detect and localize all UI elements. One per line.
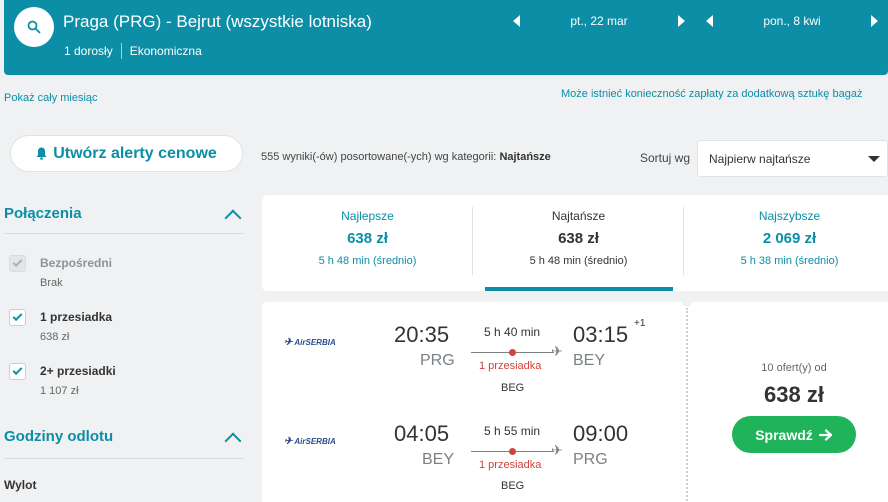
show-whole-month-link[interactable]: Pokaż cały miesiąc (4, 92, 98, 104)
stop-dot (509, 448, 516, 455)
next-depart-date-arrow-icon[interactable] (678, 15, 685, 27)
tab-duration: 5 h 48 min (średnio) (529, 255, 628, 267)
divider (4, 233, 244, 234)
result-price: 638 zł (764, 382, 824, 407)
tab-label: Najtańsze (551, 209, 606, 223)
check-button-label: Sprawdź (755, 426, 813, 443)
next-return-date-arrow-icon[interactable] (871, 15, 878, 27)
results-summary: 555 wyniki(-ów) posortowane(-ych) wg kat… (261, 151, 551, 163)
prev-depart-date-arrow-icon[interactable] (513, 15, 520, 27)
inbound-departure-time: 04:05 (394, 421, 450, 446)
baggage-notice-link[interactable]: Może istnieć konieczność zapłaty za doda… (561, 88, 862, 100)
results-category: Najtańsze (499, 151, 551, 163)
passenger-summary[interactable]: 1 dorosły Ekonomiczna (64, 43, 202, 59)
direct-checkbox[interactable] (9, 255, 26, 272)
airline-wing-icon: ✈ (284, 337, 293, 348)
inbound-arrival-time: 09:00 (573, 421, 629, 446)
check-icon (12, 257, 23, 268)
airline-wing-icon: ✈ (284, 436, 293, 447)
sort-tabs: Najlepsze 638 zł 5 h 48 min (średnio) Na… (262, 195, 888, 291)
chevron-up-icon[interactable] (224, 209, 242, 227)
tab-duration: 5 h 48 min (średnio) (318, 255, 417, 267)
filter-option-one-stop: 1 przesiadka (40, 310, 113, 324)
depart-date-nav: pt., 22 mar (513, 14, 685, 28)
check-icon (12, 365, 23, 376)
tab-price: 2 069 zł (762, 230, 817, 247)
divider (120, 43, 122, 59)
alert-button-label: Utwórz alerty cenowe (53, 144, 217, 162)
sort-label: Sortuj wg (640, 151, 691, 165)
active-tab-indicator (485, 287, 673, 291)
tab-price: 638 zł (558, 230, 599, 247)
filter-option-one-stop-price: 638 zł (40, 331, 70, 343)
result-card[interactable]: ✈ AirSERBIA 20:35 PRG 5 h 40 min ✈ 1 prz… (262, 297, 888, 502)
check-deal-button[interactable]: Sprawdź (732, 416, 856, 453)
prev-return-date-arrow-icon[interactable] (706, 15, 713, 27)
outbound-departure-airport: PRG (420, 352, 455, 369)
departure-label: Wylot (4, 478, 37, 492)
outbound-duration: 5 h 40 min (484, 325, 541, 339)
tab-price: 638 zł (347, 230, 388, 247)
tab-label: Najszybsze (758, 209, 821, 223)
passenger-count: 1 dorosły (64, 44, 113, 58)
filter-option-direct: Bezpośredni (40, 256, 113, 270)
chevron-up-icon[interactable] (224, 432, 242, 450)
airline-name: AirSERBIA (294, 338, 336, 347)
airline-logo: ✈ AirSERBIA (284, 337, 336, 348)
day-offset: +1 (634, 318, 646, 329)
departure-times-filter-title[interactable]: Godziny odlotu (4, 428, 113, 445)
outbound-via-airport: BEG (501, 382, 525, 394)
outbound-stops: 1 przesiadka (479, 360, 542, 372)
arrow-right-icon (818, 428, 832, 441)
bell-icon (36, 147, 47, 160)
divider (4, 458, 244, 459)
create-price-alert-button[interactable]: Utwórz alerty cenowe (10, 135, 243, 172)
search-button[interactable] (14, 7, 54, 47)
route-title[interactable]: Praga (PRG) - Bejrut (wszystkie lotniska… (63, 12, 372, 32)
tab-best[interactable]: Najlepsze 638 zł 5 h 48 min (średnio) (262, 195, 473, 291)
inbound-via-airport: BEG (501, 480, 525, 492)
tab-label: Najlepsze (341, 209, 394, 223)
filter-option-direct-price: Brak (40, 277, 63, 289)
tab-duration: 5 h 38 min (średnio) (740, 255, 839, 267)
airplane-icon: ✈ (551, 442, 563, 458)
inbound-stops: 1 przesiadka (479, 459, 542, 471)
return-date-nav: pon., 8 kwi (706, 14, 878, 28)
outbound-arrival-airport: BEY (573, 352, 606, 369)
sort-selected-value: Najpierw najtańsze (709, 151, 811, 166)
inbound-departure-airport: BEY (422, 451, 455, 468)
filter-option-two-plus-stops: 2+ przesiadki (40, 364, 116, 378)
stop-dot (509, 349, 516, 356)
filter-option-two-plus-stops-price: 1 107 zł (40, 385, 79, 397)
ticket-perforation (686, 308, 688, 502)
airplane-icon: ✈ (551, 343, 563, 359)
inbound-arrival-airport: PRG (573, 451, 608, 468)
ticket-notch (682, 297, 692, 307)
outbound-departure-time: 20:35 (394, 322, 450, 347)
search-header: Praga (PRG) - Bejrut (wszystkie lotniska… (4, 0, 888, 75)
airline-name: AirSERBIA (294, 437, 336, 446)
results-count: 555 wyniki(-ów) posortowane(-ych) wg kat… (261, 151, 497, 163)
return-date[interactable]: pon., 8 kwi (713, 14, 871, 28)
two-plus-stops-checkbox[interactable] (9, 363, 26, 380)
airline-logo: ✈ AirSERBIA (284, 436, 336, 447)
search-icon (27, 20, 41, 34)
cabin-class: Ekonomiczna (129, 44, 202, 58)
chevron-down-icon (868, 156, 880, 162)
check-icon (12, 311, 23, 322)
tab-fastest[interactable]: Najszybsze 2 069 zł 5 h 38 min (średnio) (684, 195, 888, 291)
tab-cheapest[interactable]: Najtańsze 638 zł 5 h 48 min (średnio) (473, 195, 684, 291)
depart-date[interactable]: pt., 22 mar (520, 14, 678, 28)
sort-select[interactable]: Najpierw najtańsze (697, 140, 888, 177)
inbound-duration: 5 h 55 min (484, 424, 541, 438)
one-stop-checkbox[interactable] (9, 309, 26, 326)
outbound-arrival-time: 03:15 (573, 322, 629, 347)
connections-filter-title[interactable]: Połączenia (4, 205, 82, 222)
offers-count: 10 ofert(y) od (761, 362, 827, 374)
